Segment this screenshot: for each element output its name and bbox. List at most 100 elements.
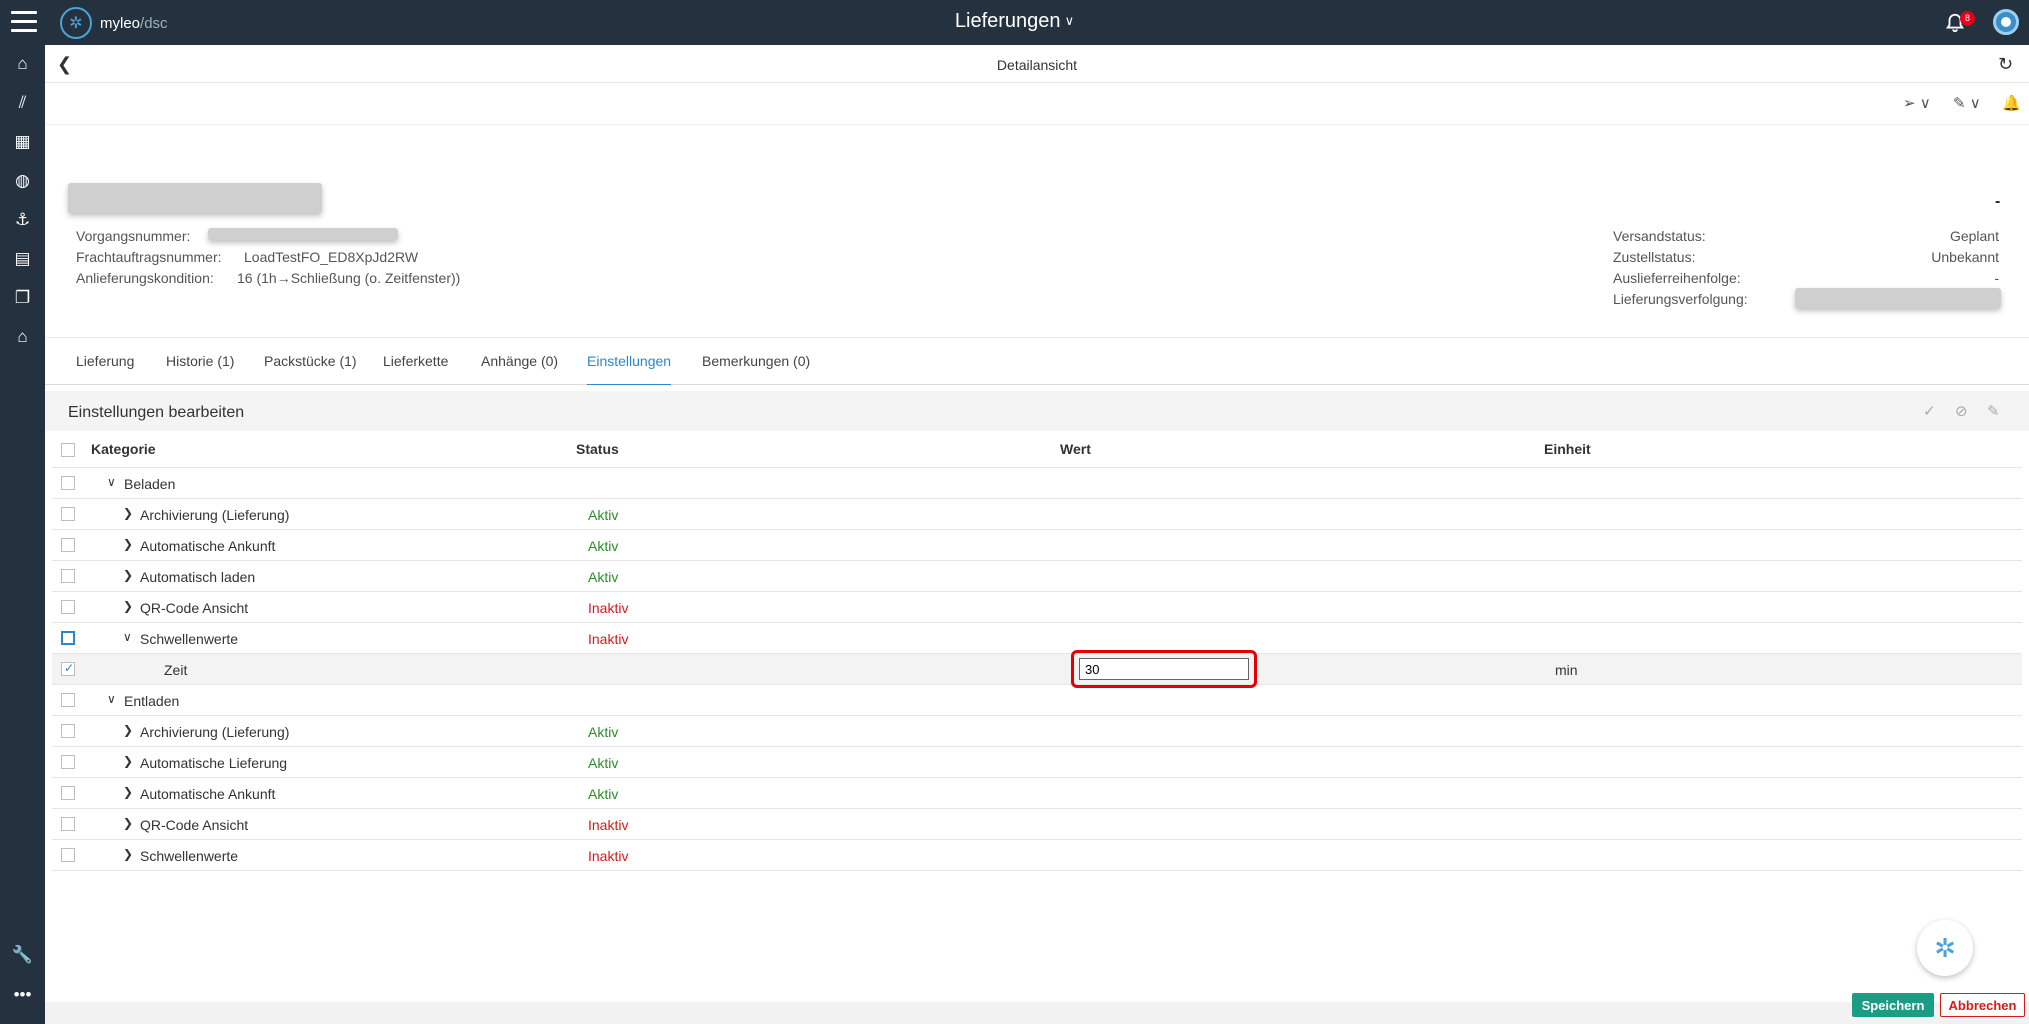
status-badge: Aktiv — [588, 507, 619, 523]
info-label: Auslieferreihenfolge: — [1613, 270, 1741, 286]
setting-row[interactable]: ❯ Automatische Lieferung Aktiv — [52, 747, 2022, 778]
module-selector[interactable]: Lieferungen ∨ — [0, 10, 2029, 33]
row-checkbox[interactable] — [61, 755, 75, 769]
setting-row[interactable]: ❯ Automatische Ankunft Aktiv — [52, 778, 2022, 809]
row-checkbox[interactable] — [61, 476, 75, 490]
threshold-time-input[interactable] — [1079, 658, 1249, 680]
select-all-checkbox[interactable] — [61, 443, 75, 457]
edit-icon[interactable]: ✎ ∨ — [1953, 94, 1981, 112]
warehouse-icon[interactable]: ⌂ — [0, 321, 45, 353]
status-badge: Aktiv — [588, 755, 619, 771]
chevron-right-icon[interactable]: ❯ — [123, 754, 133, 768]
row-checkbox[interactable] — [61, 817, 75, 831]
tab-packstuecke[interactable]: Packstücke (1) — [264, 353, 357, 386]
chevron-right-icon[interactable]: ❯ — [123, 599, 133, 613]
row-checkbox[interactable] — [61, 786, 75, 800]
setting-name: Automatisch laden — [140, 569, 256, 585]
chevron-right-icon[interactable]: ❯ — [123, 847, 133, 861]
chevron-right-icon[interactable]: ❯ — [123, 568, 133, 582]
chevron-right-icon[interactable]: ❯ — [123, 537, 133, 551]
calendar-icon[interactable]: ▤ — [0, 243, 45, 275]
tab-bemerkungen[interactable]: Bemerkungen (0) — [702, 353, 810, 386]
table-header: Kategorie Status Wert Einheit — [52, 431, 2022, 468]
sub-setting-name: Zeit — [164, 662, 188, 678]
cancel-button[interactable]: Abbrechen — [1940, 993, 2025, 1017]
home-icon[interactable]: ⌂ — [0, 48, 45, 80]
refresh-icon[interactable]: ↻ — [1998, 54, 2013, 75]
row-checkbox[interactable] — [61, 507, 75, 521]
row-checkbox[interactable] — [61, 569, 75, 583]
info-label: Vorgangsnummer: — [76, 228, 191, 244]
globe-icon[interactable]: ◍ — [0, 165, 45, 197]
setting-row[interactable]: ∨ Schwellenwerte Inaktiv — [52, 623, 2022, 654]
anchor-icon[interactable]: ⚓ — [0, 204, 45, 236]
info-value: Geplant — [1949, 228, 1999, 244]
row-checkbox[interactable] — [61, 661, 75, 676]
chevron-right-icon[interactable]: ❯ — [123, 506, 133, 520]
chevron-down-icon[interactable]: ∨ — [107, 475, 116, 489]
setting-row[interactable]: ❯ QR-Code Ansicht Inaktiv — [52, 809, 2022, 840]
chevron-down-icon: ∨ — [1064, 13, 1075, 28]
redacted-tracking-link — [1795, 288, 2001, 308]
info-label: Versandstatus: — [1613, 228, 1706, 244]
tab-bar: Lieferung Historie (1) Packstücke (1) Li… — [45, 337, 2029, 386]
dashboard-icon[interactable]: ▦ — [0, 126, 45, 158]
info-label: Lieferungsverfolgung: — [1613, 291, 1748, 307]
redacted-value — [208, 228, 398, 240]
tab-einstellungen[interactable]: Einstellungen — [587, 353, 672, 386]
group-label: Entladen — [124, 693, 180, 709]
wrench-icon[interactable]: 🔧 — [0, 939, 45, 971]
top-bar: ✲ myleo/dsc Lieferungen ∨ 8 — [0, 0, 2029, 45]
view-title: Detailansicht — [996, 57, 1078, 73]
setting-row[interactable]: ❯ Automatische Ankunft Aktiv — [52, 530, 2022, 561]
tab-lieferung[interactable]: Lieferung — [76, 353, 134, 386]
tab-historie[interactable]: Historie (1) — [166, 353, 234, 386]
row-checkbox[interactable] — [61, 538, 75, 552]
chart-icon[interactable]: ⫽ — [0, 87, 45, 119]
alarm-bell-icon[interactable]: 🔔 — [2002, 94, 2021, 112]
assistant-fab-icon[interactable]: ✲ — [1917, 920, 1973, 976]
info-label: Frachtauftragsnummer: — [76, 249, 222, 265]
column-header-status: Status — [576, 441, 619, 457]
setting-row[interactable]: ❯ Schwellenwerte Inaktiv — [52, 840, 2022, 871]
row-checkbox[interactable] — [61, 600, 75, 614]
more-icon[interactable]: ••• — [0, 979, 45, 1011]
user-avatar[interactable] — [1993, 9, 2019, 35]
setting-name: Automatische Lieferung — [140, 755, 288, 771]
group-row-entladen[interactable]: ∨ Entladen — [52, 685, 2022, 716]
chevron-right-icon[interactable]: ❯ — [123, 723, 133, 737]
save-button[interactable]: Speichern — [1852, 993, 1934, 1017]
setting-row[interactable]: ❯ Archivierung (Lieferung) Aktiv — [52, 499, 2022, 530]
row-checkbox[interactable] — [61, 848, 75, 862]
sub-setting-row[interactable]: Zeit min — [52, 650, 2022, 688]
setting-name: Automatische Ankunft — [140, 786, 276, 802]
disable-icon[interactable]: ⊘ — [1955, 402, 1968, 420]
chevron-right-icon[interactable]: ❯ — [123, 816, 133, 830]
column-header-category: Kategorie — [91, 441, 156, 457]
module-title: Lieferungen — [954, 10, 1061, 32]
confirm-icon[interactable]: ✓ — [1923, 402, 1936, 420]
row-checkbox[interactable] — [61, 693, 75, 707]
shipment-info: Vorgangsnummer: Frachtauftragsnummer: Lo… — [45, 125, 2029, 337]
tab-lieferkette[interactable]: Lieferkette — [383, 353, 448, 386]
document-icon[interactable]: ❐ — [0, 282, 45, 314]
status-badge: Inaktiv — [588, 817, 629, 833]
tab-anhaenge[interactable]: Anhänge (0) — [481, 353, 558, 386]
chevron-down-icon[interactable]: ∨ — [107, 692, 116, 706]
status-badge: Inaktiv — [588, 631, 629, 647]
send-icon[interactable]: ➢ ∨ — [1903, 94, 1931, 112]
chevron-right-icon[interactable]: ❯ — [123, 785, 133, 799]
setting-name: Archivierung (Lieferung) — [140, 507, 290, 523]
redacted-title — [68, 183, 322, 213]
setting-row[interactable]: ❯ Archivierung (Lieferung) Aktiv — [52, 716, 2022, 747]
setting-row[interactable]: ❯ Automatisch laden Aktiv — [52, 561, 2022, 592]
status-badge: Aktiv — [588, 538, 619, 554]
setting-name: QR-Code Ansicht — [140, 817, 249, 833]
row-checkbox[interactable] — [61, 724, 75, 738]
status-dash: - — [1995, 193, 2001, 210]
pencil-icon[interactable]: ✎ — [1987, 402, 2000, 420]
group-row-beladen[interactable]: ∨ Beladen — [52, 468, 2022, 499]
chevron-down-icon[interactable]: ∨ — [123, 630, 132, 644]
row-checkbox[interactable] — [61, 631, 75, 645]
setting-row[interactable]: ❯ QR-Code Ansicht Inaktiv — [52, 592, 2022, 623]
